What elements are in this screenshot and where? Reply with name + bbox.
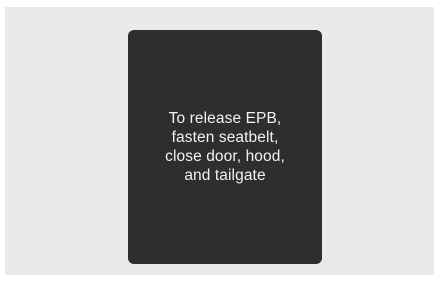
warning-message-panel: To release EPB, fasten seatbelt, close d… xyxy=(128,30,322,264)
message-line-4: and tailgate xyxy=(184,167,266,184)
display-background: To release EPB, fasten seatbelt, close d… xyxy=(5,7,434,275)
message-line-2: fasten seatbelt, xyxy=(171,129,279,146)
message-line-1: To release EPB, xyxy=(168,110,282,127)
message-line-3: close door, hood, xyxy=(165,148,285,165)
epb-release-message: To release EPB, fasten seatbelt, close d… xyxy=(165,109,285,185)
